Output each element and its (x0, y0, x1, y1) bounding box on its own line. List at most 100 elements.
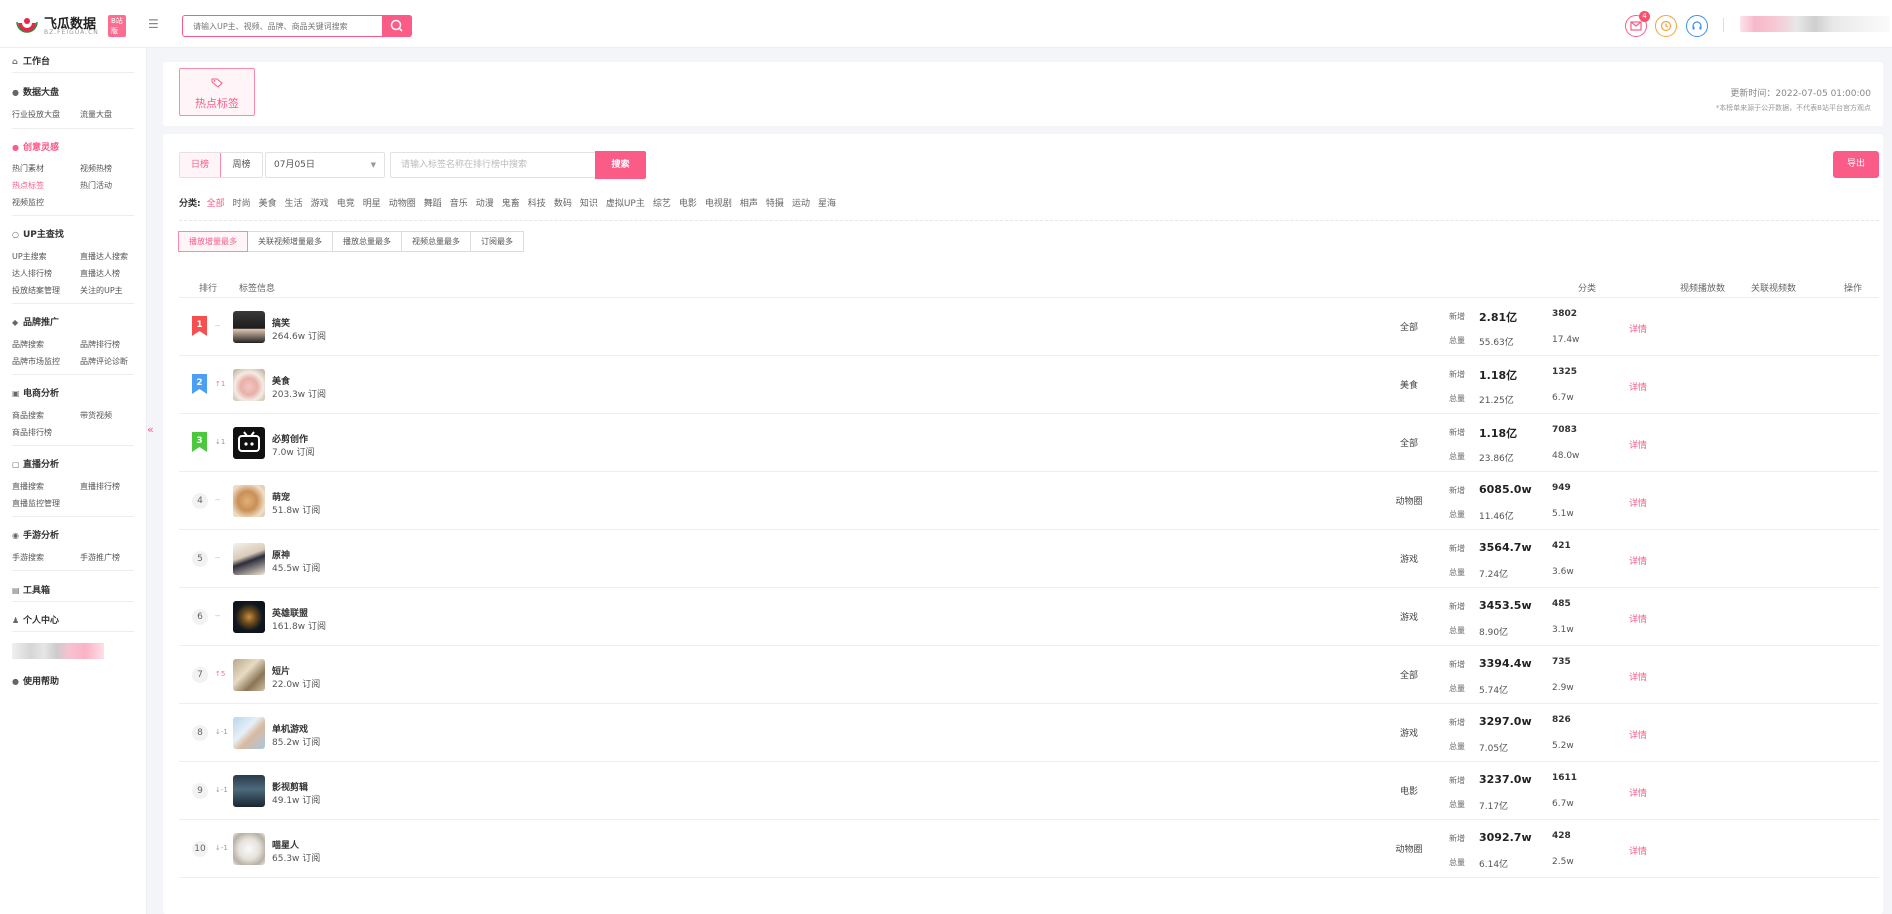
table-row[interactable]: 9 ↓-1 影视剪辑 49.1w 订阅 电影 新增 总量 3237.0w 7.1… (179, 761, 1879, 819)
user-account[interactable] (1740, 16, 1890, 32)
category-item[interactable]: 动漫 (476, 196, 494, 209)
category-item[interactable]: 动物圈 (389, 196, 416, 209)
category-item[interactable]: 时尚 (233, 196, 251, 209)
detail-link[interactable]: 详情 (1629, 844, 1647, 857)
sidebar-item-campaign[interactable]: 投放结案管理 (12, 285, 60, 296)
history-button[interactable] (1655, 15, 1677, 37)
sidebar-brand[interactable]: ◆ 品牌推广 (12, 315, 59, 328)
table-row[interactable]: 6 -- 英雄联盟 161.8w 订阅 游戏 新增 总量 3453.5w 8.9… (179, 587, 1879, 645)
tag-thumbnail[interactable] (233, 833, 265, 865)
tag-name[interactable]: 原神 (272, 548, 290, 561)
sidebar-item-video-hot[interactable]: 视频热榜 (80, 163, 112, 174)
tag-name[interactable]: 萌宠 (272, 490, 290, 503)
tag-search-button[interactable]: 搜索 (595, 151, 646, 179)
table-row[interactable]: 1 -- 搞笑 264.6w 订阅 全部 新增 总量 2.81亿 55.63亿 … (179, 297, 1879, 355)
tag-thumbnail[interactable] (233, 427, 265, 459)
sidebar-toolbox[interactable]: ▤ 工具箱 (12, 583, 50, 596)
tag-thumbnail[interactable] (233, 717, 265, 749)
sidebar-item-game-rank[interactable]: 手游推广榜 (80, 552, 120, 563)
tag-name[interactable]: 影视剪辑 (272, 780, 308, 793)
table-row[interactable]: 7 ↑5 短片 22.0w 订阅 全部 新增 总量 3394.4w 5.74亿 … (179, 645, 1879, 703)
sidebar-item-product-search[interactable]: 商品搜索 (12, 410, 44, 421)
support-button[interactable] (1686, 15, 1708, 37)
message-button[interactable]: 4 (1625, 11, 1650, 37)
global-search-button[interactable] (382, 15, 412, 37)
sort-option[interactable]: 订阅最多 (470, 231, 524, 252)
category-item[interactable]: 科技 (528, 196, 546, 209)
detail-link[interactable]: 详情 (1629, 786, 1647, 799)
sort-option[interactable]: 视频总量最多 (401, 231, 471, 252)
sidebar-item-live-search[interactable]: 直播达人搜索 (80, 251, 128, 262)
table-row[interactable]: 4 -- 萌宠 51.8w 订阅 动物圈 新增 总量 6085.0w 11.46… (179, 471, 1879, 529)
category-item[interactable]: 美食 (259, 196, 277, 209)
category-item[interactable]: 电影 (679, 196, 697, 209)
category-item[interactable]: 虚拟UP主 (606, 196, 645, 209)
tag-name[interactable]: 必剪创作 (272, 432, 308, 445)
sort-option[interactable]: 播放总量最多 (332, 231, 402, 252)
detail-link[interactable]: 详情 (1629, 554, 1647, 567)
sidebar-item-hot-events[interactable]: 热门活动 (80, 180, 112, 191)
tag-thumbnail[interactable] (233, 543, 265, 575)
category-item[interactable]: 全部 (207, 196, 225, 209)
sidebar-data-board[interactable]: ● 数据大盘 (12, 85, 59, 98)
sidebar-collapse-icon[interactable]: « (147, 423, 157, 437)
detail-link[interactable]: 详情 (1629, 322, 1647, 335)
detail-link[interactable]: 详情 (1629, 612, 1647, 625)
sidebar-item-live-search2[interactable]: 直播搜索 (12, 481, 44, 492)
category-item[interactable]: 舞蹈 (424, 196, 442, 209)
sidebar-item-brand-monitor[interactable]: 品牌市场监控 (12, 356, 60, 367)
sidebar-item-followed-up[interactable]: 关注的UP主 (80, 285, 123, 296)
sidebar-item-industry-board[interactable]: 行业投放大盘 (12, 109, 60, 120)
category-item[interactable]: 鬼畜 (502, 196, 520, 209)
detail-link[interactable]: 详情 (1629, 670, 1647, 683)
tag-thumbnail[interactable] (233, 659, 265, 691)
sidebar-item-selling-video[interactable]: 带货视频 (80, 410, 112, 421)
sidebar-item-traffic-board[interactable]: 流量大盘 (80, 109, 112, 120)
sidebar-item-product-rank[interactable]: 商品排行榜 (12, 427, 52, 438)
menu-toggle-icon[interactable]: ☰ (148, 17, 162, 31)
sidebar-ecom[interactable]: ▣ 电商分析 (12, 386, 59, 399)
table-row[interactable]: 5 -- 原神 45.5w 订阅 游戏 新增 总量 3564.7w 7.24亿 … (179, 529, 1879, 587)
sidebar-personal[interactable]: ♟ 个人中心 (12, 613, 59, 626)
sidebar-workbench[interactable]: ⌂ 工作台 (12, 54, 50, 67)
sidebar-item-live-rank[interactable]: 直播达人榜 (80, 268, 120, 279)
category-item[interactable]: 数码 (554, 196, 572, 209)
sort-option[interactable]: 关联视频增量最多 (247, 231, 333, 252)
table-row[interactable]: 2 ↑1 美食 203.3w 订阅 美食 新增 总量 1.18亿 21.25亿 … (179, 355, 1879, 413)
sidebar-item-video-monitor[interactable]: 视频监控 (12, 197, 44, 208)
tag-thumbnail[interactable] (233, 311, 265, 343)
table-row[interactable]: 3 ↓1 必剪创作 7.0w 订阅 全部 新增 总量 1.18亿 23.86亿 … (179, 413, 1879, 471)
category-item[interactable]: 运动 (792, 196, 810, 209)
category-item[interactable]: 综艺 (653, 196, 671, 209)
tag-search-input[interactable]: 请输入标签名称在排行榜中搜索 (390, 152, 596, 178)
global-search-input[interactable] (183, 16, 383, 36)
sidebar-item-hot-tags[interactable]: 热点标签 (12, 180, 44, 191)
sidebar-item-brand-comment[interactable]: 品牌评论诊断 (80, 356, 128, 367)
tag-thumbnail[interactable] (233, 601, 265, 633)
category-item[interactable]: 特摄 (766, 196, 784, 209)
tag-thumbnail[interactable] (233, 369, 265, 401)
sort-option[interactable]: 播放增量最多 (178, 231, 248, 252)
period-weekly[interactable]: 周榜 (221, 153, 262, 177)
sidebar-creative[interactable]: ● 创意灵感 (12, 140, 59, 153)
category-item[interactable]: 游戏 (311, 196, 329, 209)
sidebar-item-hot-material[interactable]: 热门素材 (12, 163, 44, 174)
sidebar-item-brand-rank[interactable]: 品牌排行榜 (80, 339, 120, 350)
tag-thumbnail[interactable] (233, 775, 265, 807)
tag-name[interactable]: 美食 (272, 374, 290, 387)
sidebar-item-live-rank2[interactable]: 直播排行榜 (80, 481, 120, 492)
sidebar-item-talent-rank[interactable]: 达人排行榜 (12, 268, 52, 279)
tag-name[interactable]: 单机游戏 (272, 722, 308, 735)
tag-name[interactable]: 喵星人 (272, 838, 299, 851)
hot-tags-tab[interactable]: 热点标签 (179, 68, 255, 116)
category-item[interactable]: 知识 (580, 196, 598, 209)
detail-link[interactable]: 详情 (1629, 728, 1647, 741)
sidebar-live[interactable]: ▢ 直播分析 (12, 457, 59, 470)
category-item[interactable]: 音乐 (450, 196, 468, 209)
tag-name[interactable]: 搞笑 (272, 316, 290, 329)
category-item[interactable]: 生活 (285, 196, 303, 209)
sidebar-item-brand-search[interactable]: 品牌搜索 (12, 339, 44, 350)
table-row[interactable]: 10 ↓-1 喵星人 65.3w 订阅 动物圈 新增 总量 3092.7w 6.… (179, 819, 1879, 877)
export-button[interactable]: 导出 (1833, 151, 1879, 178)
sidebar-item-live-monitor[interactable]: 直播监控管理 (12, 498, 60, 509)
